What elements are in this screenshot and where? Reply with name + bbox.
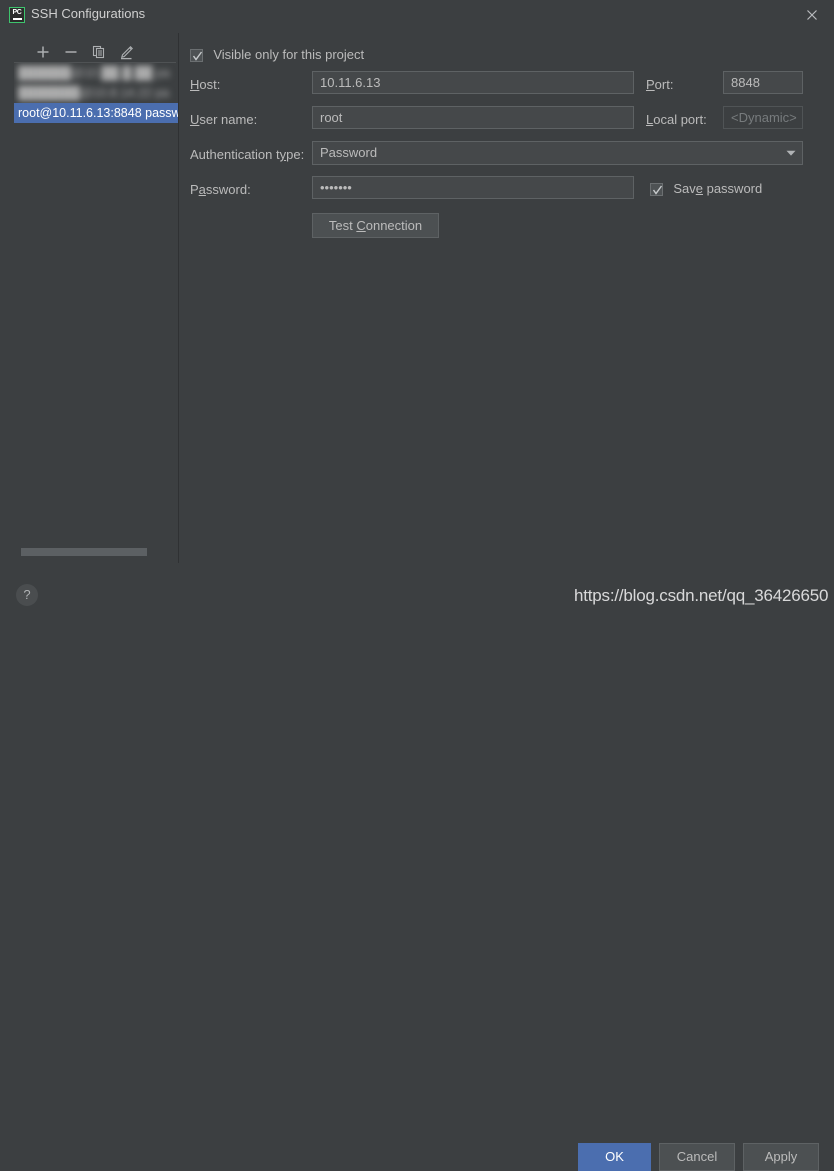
list-item-selected[interactable]: root@10.11.6.13:8848 passw xyxy=(14,103,178,123)
apply-button[interactable]: Apply xyxy=(743,1143,819,1171)
title-bar: PC SSH Configurations xyxy=(0,0,834,29)
configurations-list[interactable]: ██████@10.██.█.██ pa ███████@10.8.14.22 … xyxy=(14,63,178,543)
password-input[interactable]: ••••••• xyxy=(312,176,634,199)
port-label: Port: xyxy=(646,77,673,92)
list-item[interactable]: ███████@10.8.14.22 pa xyxy=(14,83,178,103)
auth-type-value: Password xyxy=(320,145,377,160)
local-port-label: Local port: xyxy=(646,112,707,127)
ssh-config-form: Visible only for this project Host: 10.1… xyxy=(178,29,834,563)
save-password-checkbox[interactable]: Save password xyxy=(650,181,762,196)
local-port-input[interactable]: <Dynamic> xyxy=(723,106,803,129)
window-title: SSH Configurations xyxy=(31,6,145,21)
visible-only-checkbox[interactable]: Visible only for this project xyxy=(190,47,364,62)
horizontal-scrollbar[interactable] xyxy=(14,545,178,559)
chevron-down-icon[interactable] xyxy=(780,142,802,164)
auth-type-select[interactable]: Password xyxy=(312,141,803,165)
port-input[interactable]: 8848 xyxy=(723,71,803,94)
close-icon[interactable] xyxy=(803,6,821,24)
dialog-footer: ? OK Cancel Apply xyxy=(0,563,834,619)
cancel-button[interactable]: Cancel xyxy=(659,1143,735,1171)
host-input[interactable]: 10.11.6.13 xyxy=(312,71,634,94)
ok-button[interactable]: OK xyxy=(578,1143,651,1171)
password-label: Password: xyxy=(190,182,251,197)
list-item[interactable]: ██████@10.██.█.██ pa xyxy=(14,63,178,83)
scrollbar-thumb[interactable] xyxy=(21,548,147,556)
checkbox-box xyxy=(190,49,203,62)
auth-type-label: Authentication type: xyxy=(190,147,304,162)
host-label: Host: xyxy=(190,77,220,92)
test-connection-button[interactable]: Test Connection xyxy=(312,213,439,238)
pycharm-icon: PC xyxy=(9,7,25,23)
question-mark-icon[interactable]: ? xyxy=(16,584,38,606)
user-name-label: User name: xyxy=(190,112,257,127)
visible-only-label: Visible only for this project xyxy=(213,47,364,62)
user-name-input[interactable]: root xyxy=(312,106,634,129)
save-password-label: Save password xyxy=(673,181,762,196)
configurations-panel: ██████@10.██.█.██ pa ███████@10.8.14.22 … xyxy=(0,29,178,563)
checkbox-box xyxy=(650,183,663,196)
